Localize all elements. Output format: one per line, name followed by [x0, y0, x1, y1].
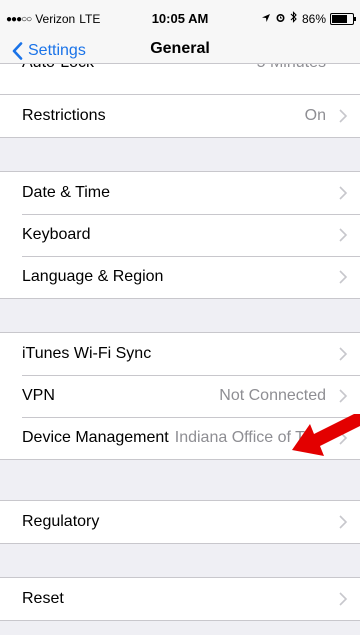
group-security: Auto-Lock 5 Minutes Restrictions On [0, 64, 360, 138]
group-regulatory: Regulatory [0, 500, 360, 544]
row-regulatory[interactable]: Regulatory [0, 501, 360, 543]
row-reset[interactable]: Reset [0, 578, 360, 620]
battery-icon [330, 12, 356, 25]
row-label: VPN [22, 387, 55, 404]
status-bar: ●●●○○ Verizon LTE 10:05 AM 86% [0, 0, 360, 38]
row-restrictions[interactable]: Restrictions On [0, 95, 360, 137]
row-label: Language & Region [22, 268, 164, 285]
group-locale: Date & Time Keyboard Language & Region [0, 171, 360, 299]
row-label: Regulatory [22, 513, 100, 530]
chevron-right-icon [339, 228, 348, 242]
row-label: Restrictions [22, 107, 106, 124]
row-value: 5 Minutes [257, 64, 326, 72]
chevron-right-icon [339, 347, 348, 361]
battery-percent: 86% [301, 11, 326, 26]
group-reset: Reset [0, 577, 360, 621]
row-keyboard[interactable]: Keyboard [0, 214, 360, 256]
chevron-right-icon [339, 592, 348, 606]
page-title: General [150, 40, 210, 57]
nav-bar: Settings General [0, 38, 360, 64]
row-label: Auto-Lock [22, 64, 94, 72]
settings-list[interactable]: Auto-Lock 5 Minutes Restrictions On Date… [0, 64, 360, 635]
bluetooth-icon [290, 11, 298, 26]
row-itunes-wifi-sync[interactable]: iTunes Wi-Fi Sync [0, 333, 360, 375]
battery-cap [354, 16, 356, 21]
chevron-right-icon [339, 109, 348, 123]
row-label: Device Management [22, 429, 169, 446]
row-date-time[interactable]: Date & Time [0, 172, 360, 214]
row-value: On [304, 107, 326, 124]
row-auto-lock[interactable]: Auto-Lock 5 Minutes [0, 64, 360, 95]
location-icon [261, 12, 271, 26]
chevron-right-icon [339, 515, 348, 529]
battery-fill [332, 14, 348, 23]
alarm-icon [275, 12, 286, 26]
row-language-region[interactable]: Language & Region [0, 256, 360, 298]
row-label: Date & Time [22, 184, 111, 201]
row-label: Keyboard [22, 226, 91, 243]
annotation-arrow-icon [292, 414, 360, 456]
row-label: Reset [22, 590, 64, 607]
row-label: iTunes Wi-Fi Sync [22, 345, 152, 362]
status-right: 86% [261, 11, 356, 26]
chevron-right-icon [339, 270, 348, 284]
chevron-right-icon [339, 186, 348, 200]
